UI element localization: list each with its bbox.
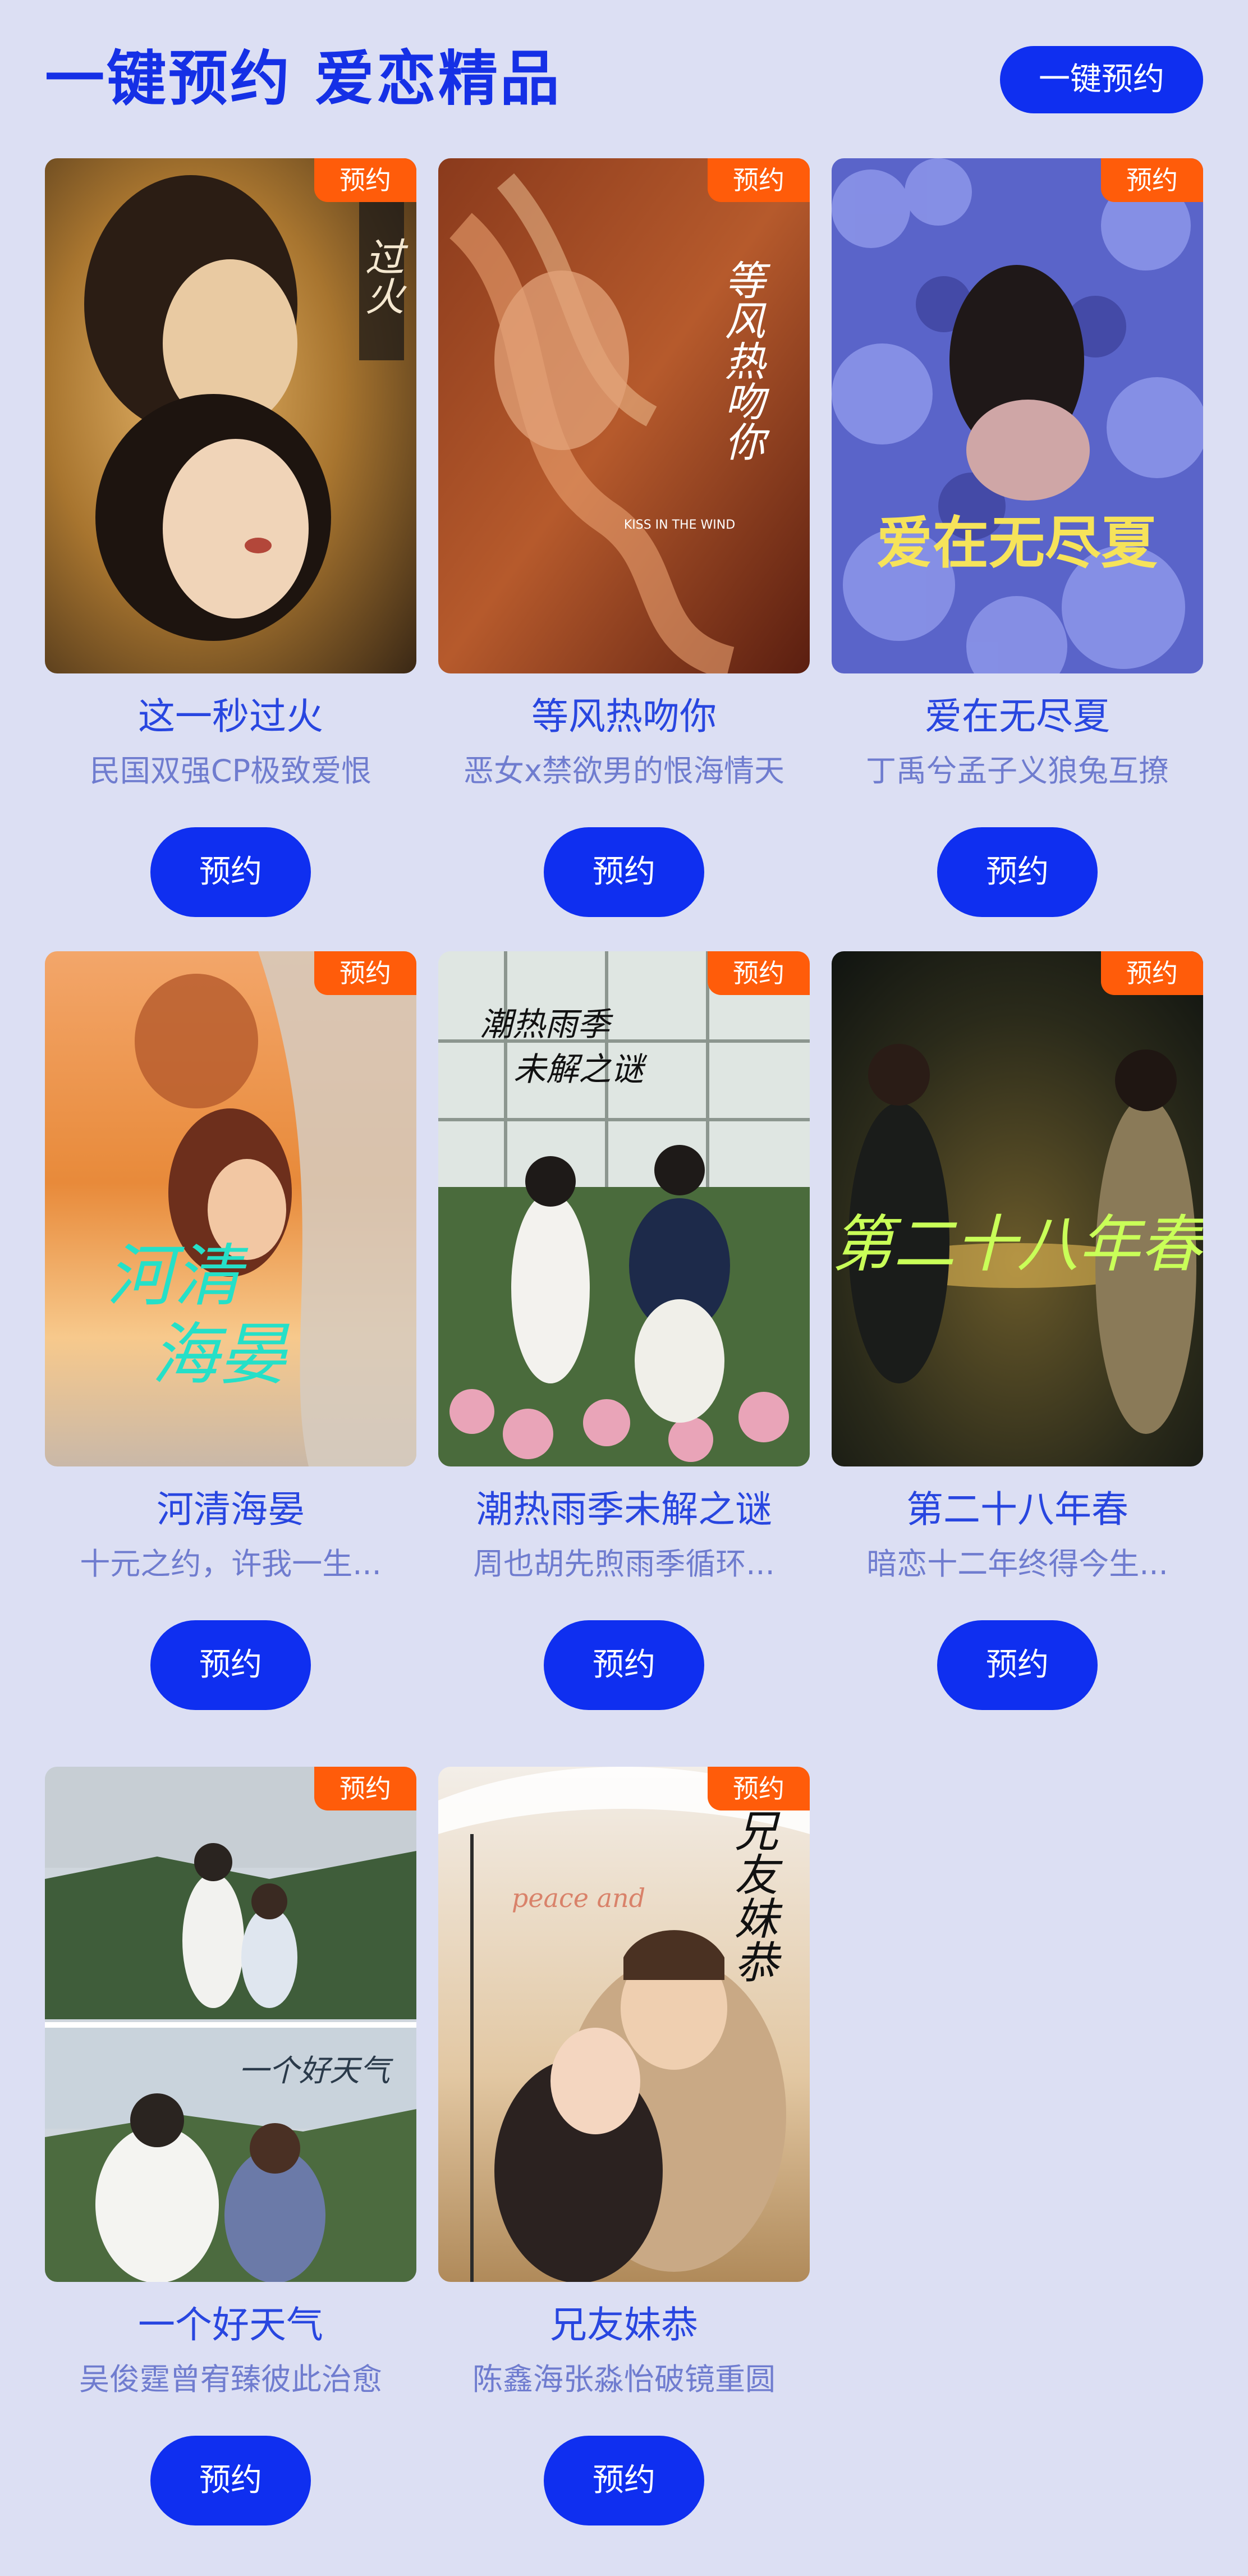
reserve-badge: 预约: [708, 158, 810, 202]
drama-description: 吴俊霆曾宥臻彼此治愈: [79, 2362, 382, 2397]
reserve-button[interactable]: 预约: [150, 827, 311, 917]
sunset-couple-poster[interactable]: 河清 海晏: [45, 951, 416, 1466]
drama-title[interactable]: 这一秒过火: [45, 691, 416, 742]
svg-text:潮热雨季: 潮热雨季: [480, 1005, 613, 1043]
drama-title[interactable]: 河清海晏: [45, 1484, 416, 1535]
drama-title[interactable]: 第二十八年春: [832, 1484, 1203, 1535]
reserve-badge: 预约: [314, 158, 416, 202]
drama-description: 民国双强CP极致爱恨: [89, 753, 372, 789]
reserve-button[interactable]: 预约: [150, 1620, 311, 1710]
reserve-badge: 预约: [708, 1767, 810, 1810]
drama-description: 十元之约，许我一生...: [80, 1546, 382, 1582]
grassland-couple-poster[interactable]: 一个好天气: [45, 1767, 416, 2282]
drama-description: 周也胡先煦雨季循环...: [473, 1546, 775, 1582]
svg-text:一个好天气: 一个好天气: [238, 2053, 393, 2088]
reserve-badge: 预约: [1101, 158, 1203, 202]
reserve-button[interactable]: 预约: [937, 827, 1098, 917]
reserve-button[interactable]: 预约: [544, 2436, 704, 2525]
couple-portrait-poster[interactable]: 过火: [45, 158, 416, 673]
drama-title[interactable]: 兄友妹恭: [438, 2300, 810, 2350]
reserve-badge: 预约: [1101, 951, 1203, 995]
drama-description: 恶女x禁欲男的恨海情天: [464, 753, 784, 789]
svg-text:KISS IN THE WIND: KISS IN THE WIND: [624, 518, 735, 532]
drama-title[interactable]: 一个好天气: [45, 2300, 416, 2350]
drama-title[interactable]: 潮热雨季未解之谜: [438, 1484, 810, 1535]
red-silk-poster[interactable]: 等风热吻你 KISS IN THE WIND: [438, 158, 810, 673]
drama-title[interactable]: 爱在无尽夏: [832, 691, 1203, 742]
svg-text:过火: 过火: [359, 237, 405, 315]
reserve-button[interactable]: 预约: [544, 827, 704, 917]
umbrella-couple-poster[interactable]: 兄友妹恭 peace and: [438, 1767, 810, 2282]
section-title: 一键预约 爱恋精品: [45, 43, 562, 113]
reserve-button[interactable]: 预约: [937, 1620, 1098, 1710]
one-click-reserve-button[interactable]: 一键预约: [1000, 46, 1203, 113]
svg-text:兄友妹恭: 兄友妹恭: [727, 1808, 778, 1983]
reserve-badge: 预约: [314, 1767, 416, 1810]
drama-description: 暗恋十二年终得今生...: [866, 1546, 1168, 1582]
hydrangea-poster[interactable]: 爱在无尽夏: [832, 158, 1203, 673]
svg-text:未解之谜: 未解之谜: [513, 1050, 648, 1088]
reserve-badge: 预约: [708, 951, 810, 995]
svg-text:爱在无尽夏: 爱在无尽夏: [877, 512, 1158, 575]
svg-text:peace and: peace and: [512, 1883, 645, 1913]
night-street-poster[interactable]: 第二十八年春: [832, 951, 1203, 1466]
svg-text:海晏: 海晏: [152, 1316, 290, 1394]
svg-text:河清: 河清: [107, 1237, 249, 1315]
section-header: 一键预约 爱恋精品 一键预约: [45, 39, 1203, 118]
reserve-button[interactable]: 预约: [544, 1620, 704, 1710]
reserve-button[interactable]: 预约: [150, 2436, 311, 2525]
drama-description: 陈鑫海张淼怡破镜重圆: [472, 2362, 776, 2397]
reserve-badge: 预约: [314, 951, 416, 995]
svg-text:等风热吻你: 等风热吻你: [718, 259, 765, 461]
drama-title[interactable]: 等风热吻你: [438, 691, 810, 742]
svg-text:第二十八年春: 第二十八年春: [832, 1208, 1203, 1280]
greenhouse-garden-poster[interactable]: 潮热雨季 未解之谜: [438, 951, 810, 1466]
drama-description: 丁禹兮孟子义狼兔互撩: [866, 753, 1169, 789]
